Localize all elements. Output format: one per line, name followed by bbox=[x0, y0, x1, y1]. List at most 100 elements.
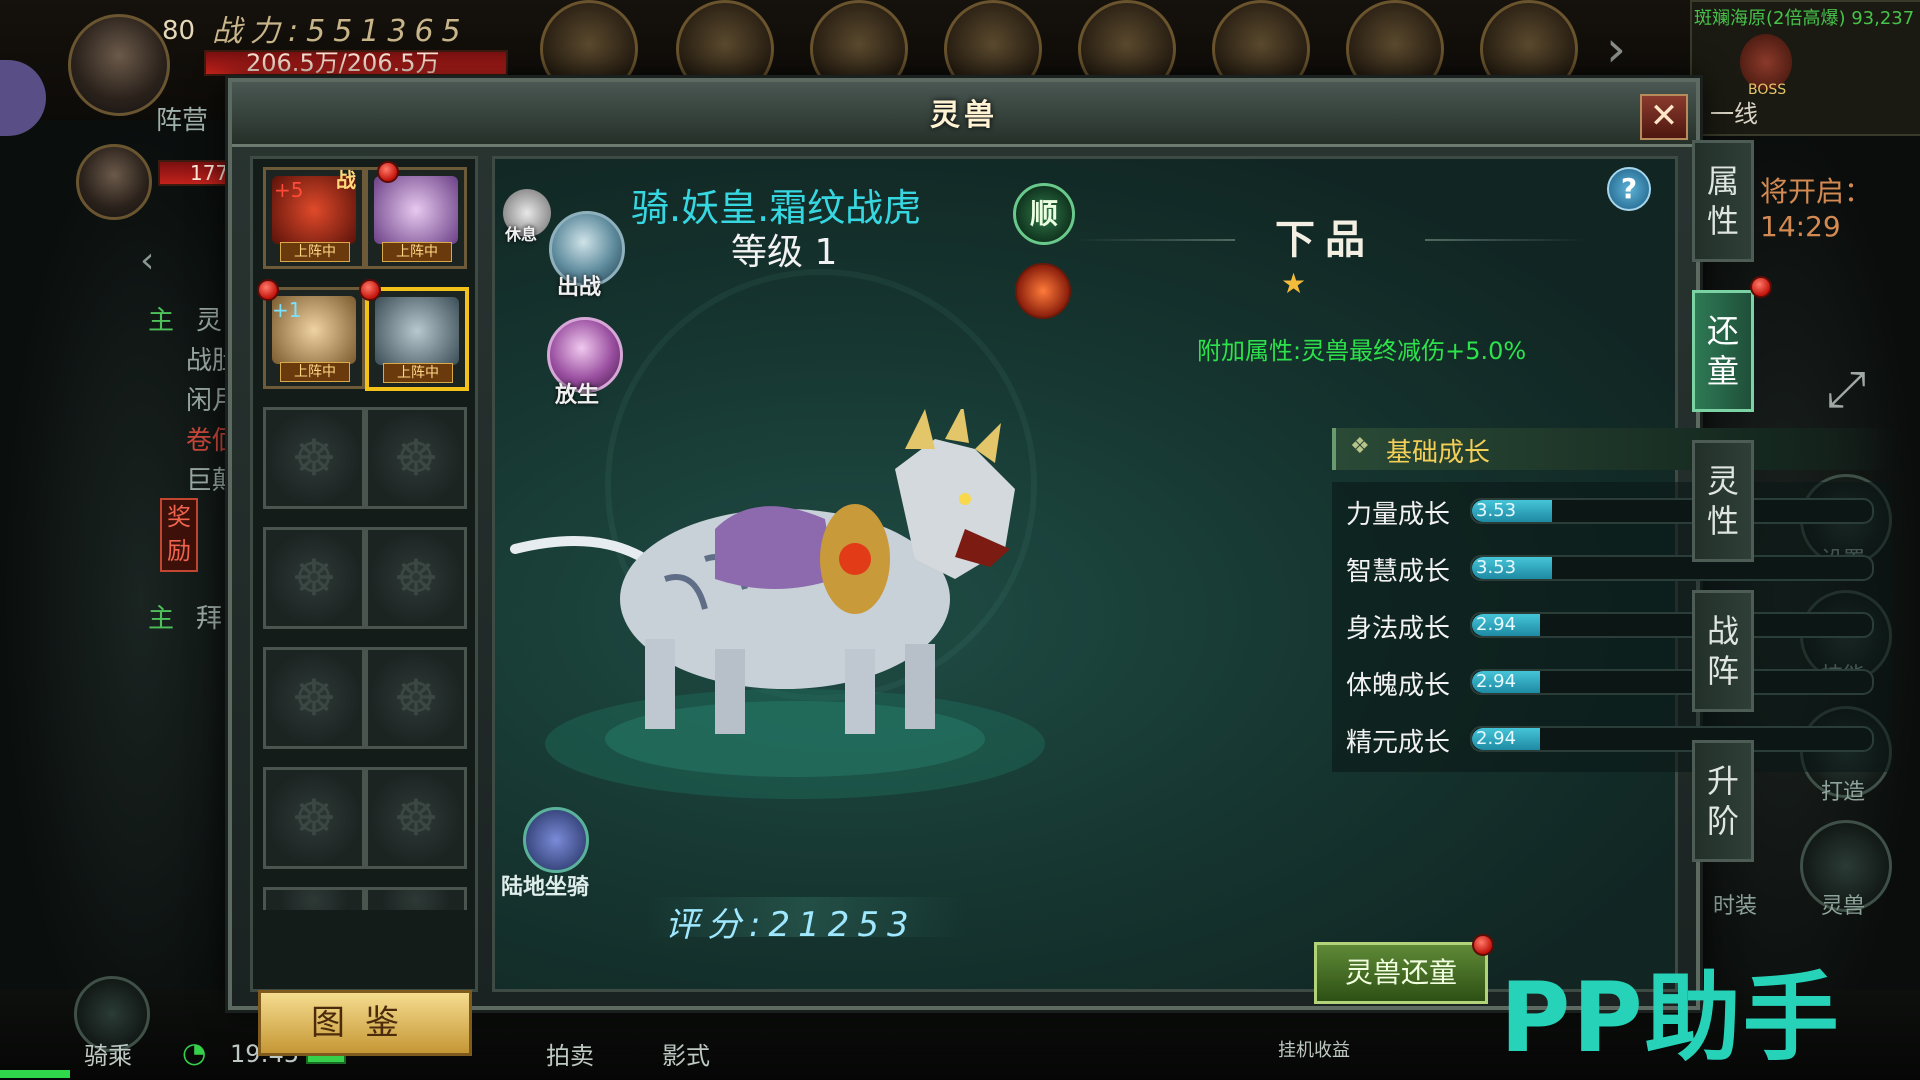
left-zhu-1: 主 bbox=[148, 306, 175, 336]
growth-stat-label: 体魄成长 bbox=[1346, 671, 1451, 701]
growth-stat-value: 2.94 bbox=[1476, 728, 1517, 749]
reward-label-2: 励 bbox=[167, 537, 191, 565]
empty-slot[interactable]: ☸ bbox=[365, 527, 467, 629]
release-label: 放生 bbox=[555, 383, 600, 408]
fire-element-icon[interactable] bbox=[1015, 263, 1071, 319]
empty-slot[interactable]: ☸ bbox=[365, 647, 467, 749]
exp-bar bbox=[0, 1070, 70, 1078]
pet-avatar[interactable] bbox=[76, 144, 152, 220]
pet-slot-panel: +5 战 上阵中 上阵中 +1 上阵中 上阵中 ☸ ☸ ☸ ☸ ☸ ☸ ☸ ☸ bbox=[250, 156, 478, 992]
help-button[interactable]: ? bbox=[1607, 167, 1651, 211]
growth-stat-row: 体魄成长 2.94 bbox=[1346, 663, 1886, 703]
tab-4[interactable]: 战阵 bbox=[1692, 590, 1754, 712]
tab-label: 属性 bbox=[1706, 162, 1739, 240]
on-field-label-1: 上阵中 bbox=[280, 242, 350, 262]
growth-stat-value: 2.94 bbox=[1476, 614, 1517, 635]
score: 评分:21253 bbox=[665, 905, 917, 945]
dragon-emblem-icon: ☸ bbox=[393, 789, 439, 847]
empty-slot[interactable]: ☸ bbox=[365, 407, 467, 509]
growth-stat-label: 力量成长 bbox=[1346, 500, 1451, 530]
pet-portrait-2 bbox=[374, 176, 458, 244]
tab-label: 灵性 bbox=[1706, 462, 1739, 540]
growth-stat-row: 力量成长 3.53 bbox=[1346, 492, 1886, 532]
battle-label: 出战 bbox=[557, 275, 602, 300]
hp-bar: 206.5万/206.5万 bbox=[204, 50, 508, 76]
dialog-title: 灵兽 bbox=[930, 98, 998, 133]
growth-stat-track: 3.53 bbox=[1470, 498, 1874, 524]
server-line[interactable]: 一线 bbox=[1710, 94, 1758, 129]
empty-slot[interactable]: ☸ bbox=[263, 647, 365, 749]
rest-label: 休息 bbox=[505, 225, 538, 244]
wifi-icon: ◔ bbox=[182, 1036, 207, 1069]
pet-portrait-4 bbox=[375, 297, 459, 365]
combat-power: 战力:551365 bbox=[212, 14, 469, 49]
growth-section-title: 基础成长 bbox=[1386, 438, 1491, 468]
reward-badge[interactable]: 奖 励 bbox=[160, 498, 198, 572]
reset-spirit-beast-button[interactable]: 灵兽还童 bbox=[1314, 942, 1488, 1004]
tab-notify-dot bbox=[1750, 276, 1772, 298]
growth-stat-label: 身法成长 bbox=[1346, 614, 1451, 644]
growth-stat-track: 2.94 bbox=[1470, 612, 1874, 638]
empty-slot[interactable]: ☸ bbox=[263, 527, 365, 629]
dragon-emblem-icon: ☸ bbox=[393, 549, 439, 607]
growth-stat-value: 3.53 bbox=[1476, 557, 1517, 578]
pet-slot-3[interactable]: +1 上阵中 bbox=[263, 287, 365, 389]
divider-left bbox=[1075, 239, 1235, 241]
pet-slot-1[interactable]: +5 战 上阵中 bbox=[263, 167, 365, 269]
dragon-emblem-icon: ☸ bbox=[291, 789, 337, 847]
mount-type-label: 陆地坐骑 bbox=[501, 875, 590, 900]
dragon-emblem-icon: ☸ bbox=[291, 669, 337, 727]
empty-slot-partial[interactable] bbox=[263, 887, 365, 910]
left-task-bai[interactable]: 拜 bbox=[196, 598, 222, 635]
collapse-arrow-icon[interactable]: ‹ bbox=[140, 240, 180, 281]
camp-label[interactable]: 阵营 bbox=[156, 100, 208, 137]
fullscreen-icon[interactable]: ⤢ bbox=[1818, 360, 1874, 418]
empty-slot-partial[interactable] bbox=[365, 887, 467, 910]
on-field-label-3: 上阵中 bbox=[280, 362, 350, 382]
tab-1[interactable]: 属性 bbox=[1692, 140, 1754, 262]
pet-slot-4-selected[interactable]: 上阵中 bbox=[365, 287, 469, 391]
empty-slot[interactable]: ☸ bbox=[263, 407, 365, 509]
section-bullet-icon: ❖ bbox=[1350, 434, 1370, 459]
pp-assistant-watermark: PP助手 bbox=[1500, 962, 1841, 1074]
growth-section-header: ❖ 基础成长 bbox=[1332, 428, 1896, 470]
growth-stat-track: 3.53 bbox=[1470, 555, 1874, 581]
frost-tiger-illustration bbox=[510, 409, 1045, 799]
growth-stat-row: 精元成长 2.94 bbox=[1346, 720, 1886, 760]
shadow-label[interactable]: 影式 bbox=[662, 1036, 710, 1071]
map-name: 斑斓海原(2倍高爆) 93,237 bbox=[1694, 8, 1915, 29]
close-button[interactable]: ✕ bbox=[1640, 94, 1688, 140]
left-zhu-2: 主 bbox=[148, 604, 175, 634]
empty-slot[interactable]: ☸ bbox=[263, 767, 365, 869]
tab-5[interactable]: 升阶 bbox=[1692, 740, 1754, 862]
on-field-label-4: 上阵中 bbox=[383, 363, 453, 383]
pet-slot-2[interactable]: 上阵中 bbox=[365, 167, 467, 269]
tab-label: 还童 bbox=[1706, 312, 1739, 390]
player-avatar[interactable] bbox=[68, 14, 170, 116]
temperament-badge[interactable]: 顺 bbox=[1013, 183, 1075, 245]
left-task-1[interactable]: 灵 bbox=[196, 300, 222, 337]
pet-enhance-badge-1: +5 bbox=[274, 178, 304, 202]
reward-label-1: 奖 bbox=[167, 503, 191, 531]
growth-stat-label: 精元成长 bbox=[1346, 728, 1451, 758]
pet-enhance-badge-3: +1 bbox=[272, 298, 302, 322]
empty-slot[interactable]: ☸ bbox=[365, 767, 467, 869]
auction-label[interactable]: 拍卖 bbox=[546, 1036, 594, 1071]
event-timer: 将开启：14:29 bbox=[1760, 175, 1873, 243]
slot1-notify-dot bbox=[377, 161, 399, 183]
growth-stat-row: 智慧成长 3.53 bbox=[1346, 549, 1886, 589]
divider-right bbox=[1425, 239, 1585, 241]
growth-stats-panel: 力量成长 3.53 智慧成长 3.53 身法成长 2.94 体魄成长 2.94 精元成长 2.94 bbox=[1332, 482, 1892, 772]
growth-stat-label: 智慧成长 bbox=[1346, 557, 1451, 587]
tab-2[interactable]: 还童 bbox=[1692, 290, 1754, 412]
top-expand-arrow-icon[interactable]: › bbox=[1606, 20, 1646, 80]
handbook-button[interactable]: 图鉴 bbox=[258, 990, 472, 1056]
spirit-beast-dialog: 灵兽 ✕ +5 战 上阵中 上阵中 +1 上阵中 上阵中 ☸ ☸ ☸ ☸ ☸ ☸ bbox=[228, 78, 1896, 1056]
afk-income-label[interactable]: 挂机收益 bbox=[1278, 1036, 1350, 1062]
growth-stat-row: 身法成长 2.94 bbox=[1346, 606, 1886, 646]
tab-label: 战阵 bbox=[1706, 612, 1739, 690]
land-mount-icon[interactable] bbox=[523, 807, 589, 873]
tab-3[interactable]: 灵性 bbox=[1692, 440, 1754, 562]
slot4-notify-dot bbox=[359, 279, 381, 301]
growth-stat-value: 3.53 bbox=[1476, 500, 1517, 521]
